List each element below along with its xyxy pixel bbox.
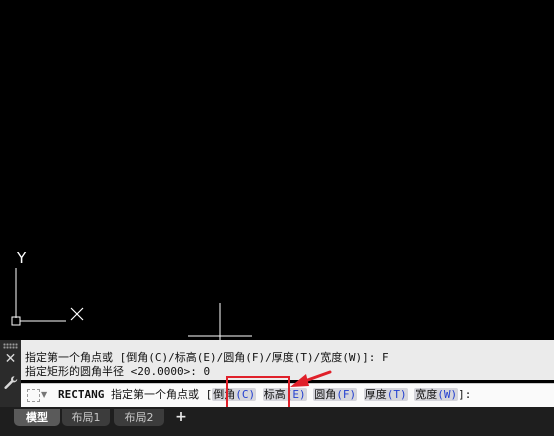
highlight-box <box>226 376 290 409</box>
recent-commands-icon[interactable] <box>27 389 40 402</box>
option-fillet[interactable]: 圆角(F) <box>313 388 358 401</box>
ucs-icon <box>11 268 252 340</box>
add-layout-button[interactable]: + <box>173 410 189 425</box>
chevron-down-icon[interactable]: ▼ <box>41 387 47 403</box>
history-line-1: 指定第一个角点或 [倒角(C)/标高(E)/圆角(F)/厚度(T)/宽度(W)]… <box>25 351 389 364</box>
wrench-icon[interactable] <box>3 375 18 390</box>
close-icon[interactable]: ✕ <box>4 352 17 366</box>
tab-layout2[interactable]: 布局2 <box>114 409 164 426</box>
command-window-handle[interactable]: ✕ <box>0 340 21 407</box>
history-line-2: 指定矩形的圆角半径 <20.0000>: 0 <box>25 365 211 378</box>
tab-layout1[interactable]: 布局1 <box>62 409 110 426</box>
option-thickness[interactable]: 厚度(T) <box>363 388 408 401</box>
prompt-text: 指定第一个角点或 <box>110 388 199 401</box>
layout-tab-bar: 模型 布局1 布局2 + <box>0 407 554 436</box>
command-name: RECTANG <box>58 388 105 401</box>
tab-model[interactable]: 模型 <box>14 409 60 426</box>
close-bracket: ]: <box>458 388 472 401</box>
command-history: 指定第一个角点或 [倒角(C)/标高(E)/圆角(F)/厚度(T)/宽度(W)]… <box>0 340 554 380</box>
option-width[interactable]: 宽度(W) <box>414 388 459 401</box>
ucs-origin-box <box>11 316 21 326</box>
grip-icon[interactable] <box>3 343 18 349</box>
